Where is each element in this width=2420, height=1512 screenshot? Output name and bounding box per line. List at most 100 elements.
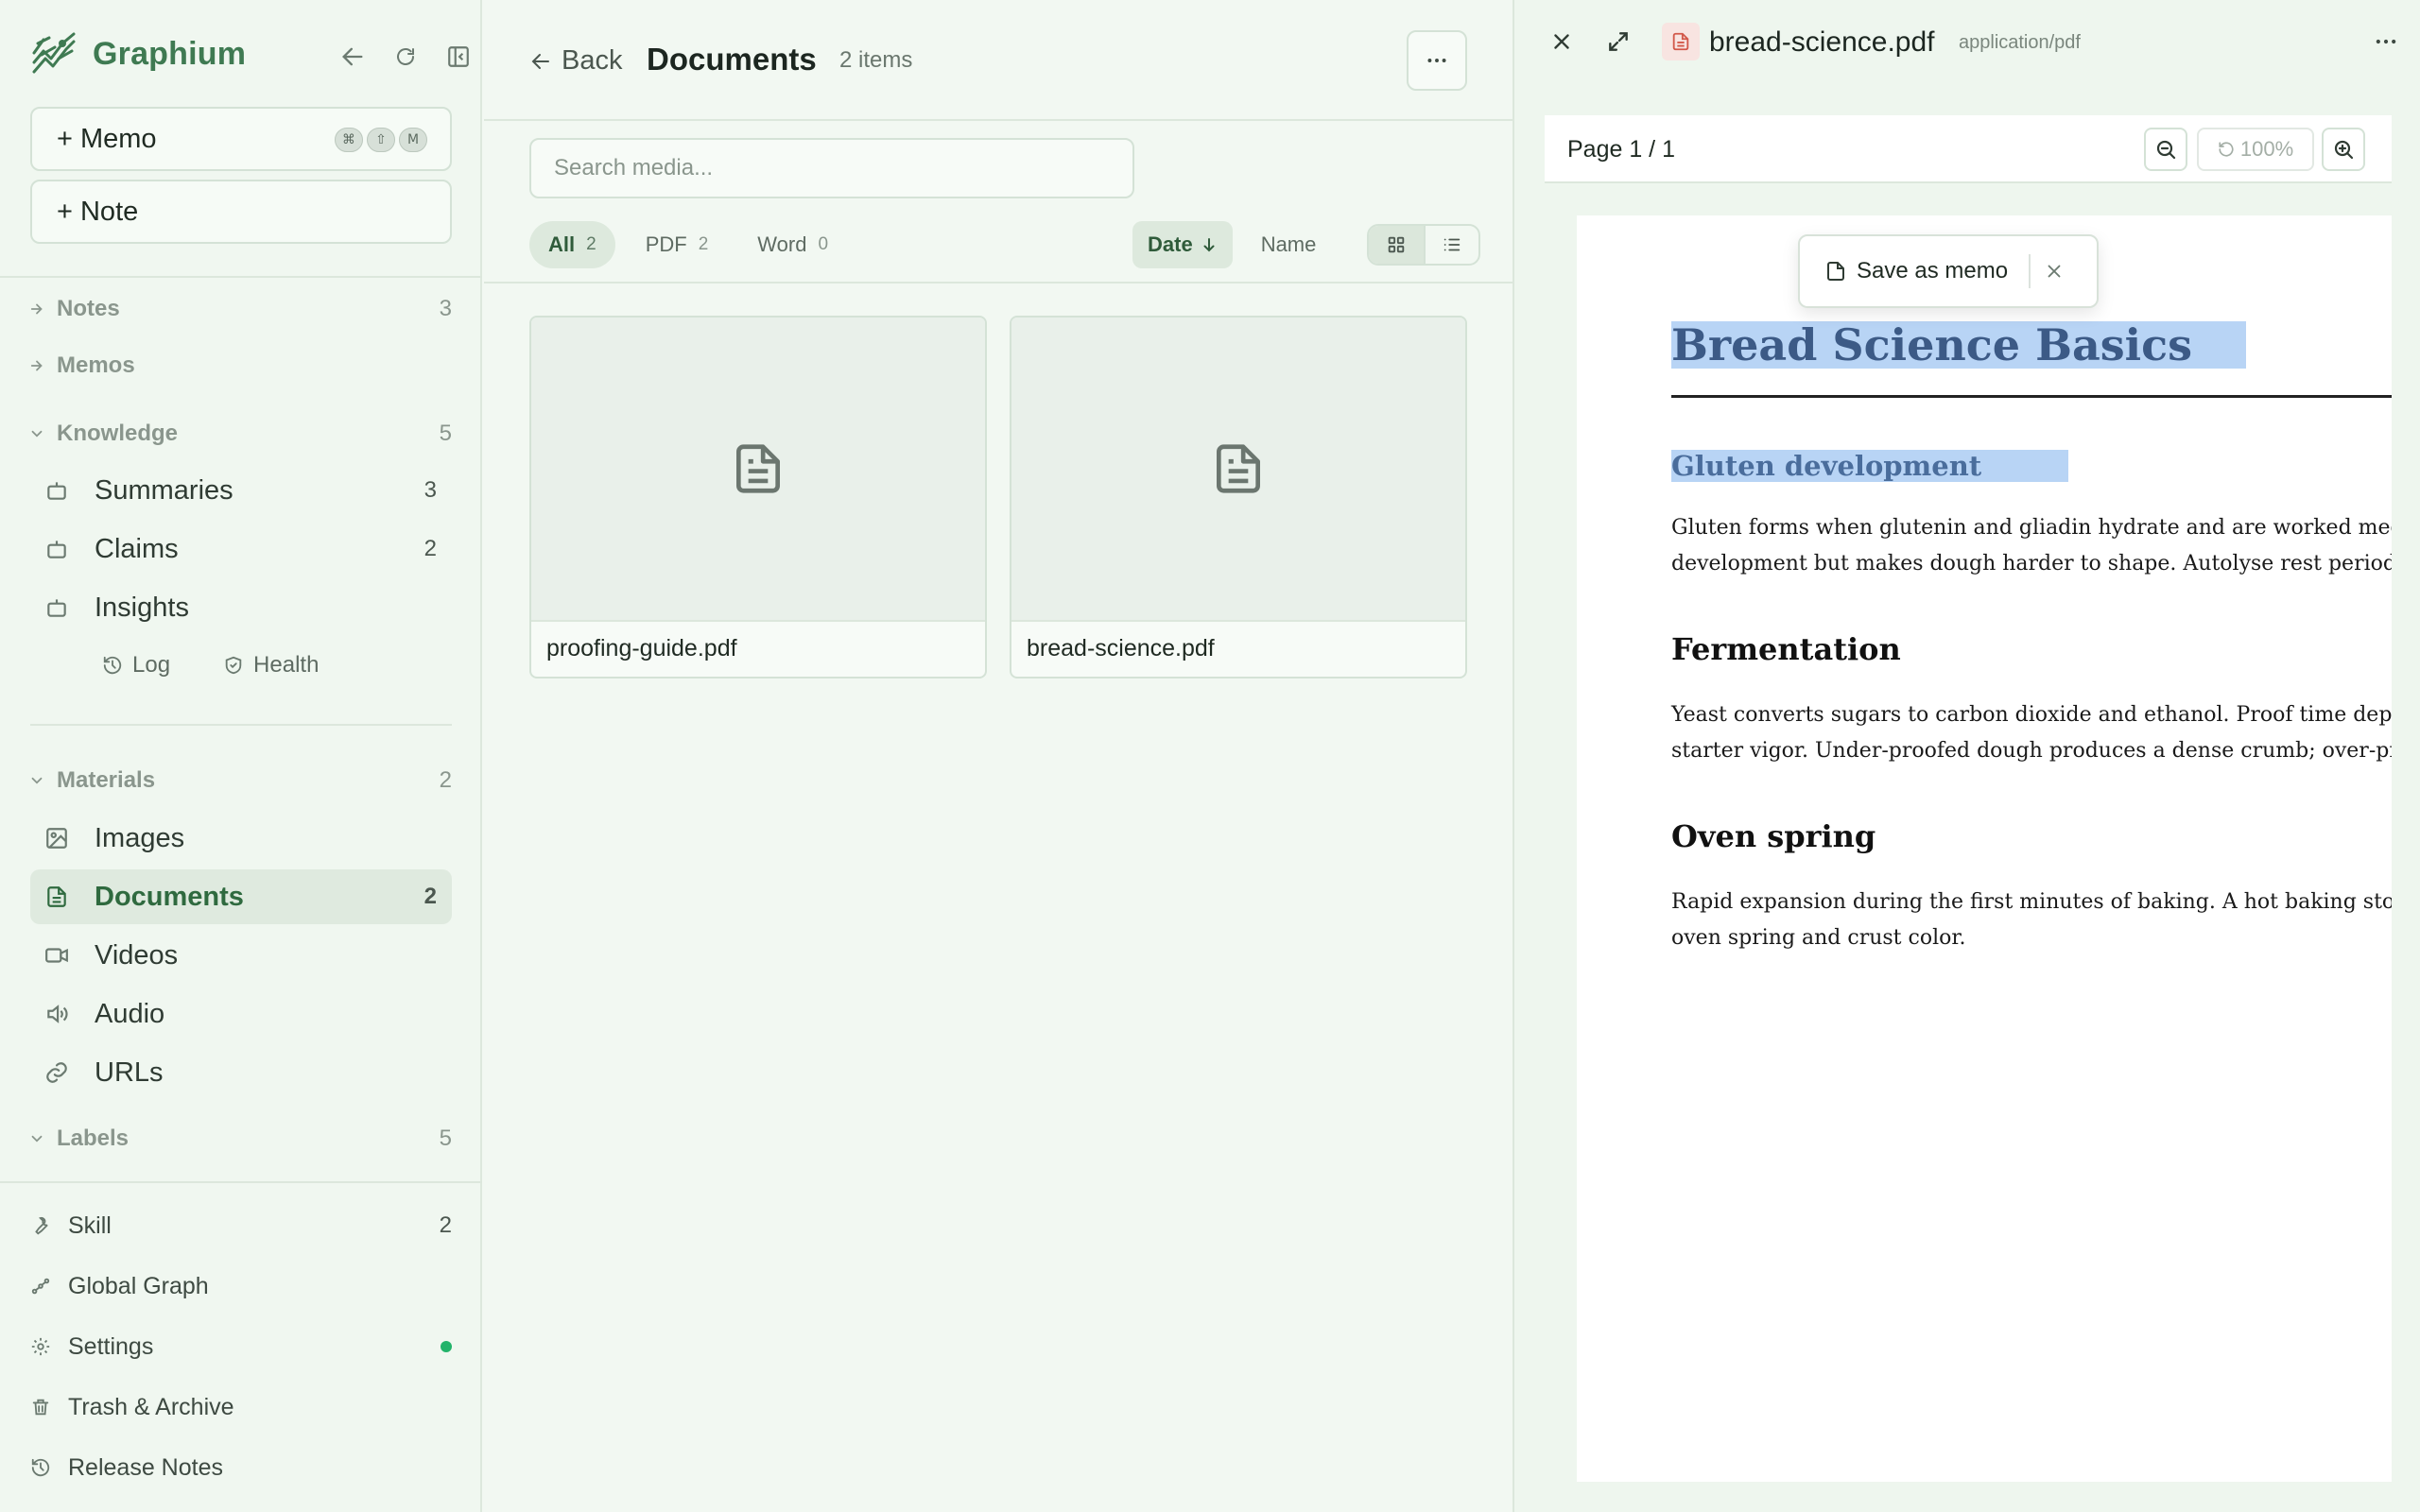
back-button[interactable]: Back <box>529 45 622 77</box>
wrench-icon <box>30 1215 57 1236</box>
zoom-in-icon <box>2332 138 2355 161</box>
section-notes[interactable]: Notes 3 <box>28 290 452 328</box>
divider <box>30 724 452 726</box>
footer-skill[interactable]: Skill 2 <box>30 1201 452 1250</box>
graphium-logo-icon <box>30 30 78 77</box>
pdf-toolbar: Page 1 / 1 100% <box>1545 115 2392 183</box>
file-text-icon <box>1209 439 1268 498</box>
footer-trash-archive[interactable]: Trash & Archive <box>30 1383 452 1432</box>
footer-skill-label: Skill <box>68 1211 112 1239</box>
list-view-button[interactable] <box>1424 226 1478 264</box>
brand[interactable]: Graphium <box>30 30 246 77</box>
save-as-memo-label: Save as memo <box>1857 258 2009 284</box>
list-icon <box>1442 234 1462 255</box>
filter-pdf[interactable]: PDF 2 <box>627 221 728 268</box>
zoom-level: 100% <box>2239 137 2294 161</box>
footer-skill-count: 2 <box>439 1212 452 1238</box>
documents-header: Back Documents 2 items <box>484 0 1512 121</box>
chevron-down-icon <box>28 425 49 442</box>
doc-paragraph-line: Rapid expansion during the first minutes… <box>1671 890 2392 914</box>
section-knowledge[interactable]: Knowledge 5 <box>28 415 452 453</box>
document-card[interactable]: proofing-guide.pdf <box>529 316 987 679</box>
expand-icon[interactable] <box>1601 25 1635 59</box>
brand-actions <box>336 40 475 74</box>
selection-popover: Save as memo <box>1798 234 2099 308</box>
footer-release-notes[interactable]: Release Notes <box>30 1443 452 1492</box>
new-memo-button[interactable]: + Memo ⌘ ⇧ M <box>30 107 452 171</box>
sidebar-item-label: Summaries <box>95 474 233 506</box>
zoom-reset-button[interactable]: 100% <box>2197 128 2314 171</box>
close-icon[interactable] <box>1545 25 1579 59</box>
save-as-memo-button[interactable]: Save as memo <box>1824 258 2008 284</box>
doc-paragraph-line: development but makes dough harder to sh… <box>1671 552 2392 576</box>
zoom-out-icon <box>2154 138 2177 161</box>
sidebar-item-documents[interactable]: Documents 2 <box>30 869 452 924</box>
shortcut-key: M <box>399 128 427 152</box>
health-button[interactable]: Health <box>223 652 319 679</box>
sidebar-item-urls[interactable]: URLs <box>30 1045 452 1100</box>
footer-global-graph-label: Global Graph <box>68 1272 209 1299</box>
status-dot <box>441 1341 452 1352</box>
more-horizontal-icon[interactable] <box>2369 25 2403 59</box>
footer-settings[interactable]: Settings <box>30 1322 452 1371</box>
item-count: 2 items <box>839 47 913 73</box>
sort-date-button[interactable]: Date <box>1132 221 1233 268</box>
section-notes-count: 3 <box>439 296 452 321</box>
documents-panel: Back Documents 2 items All 2 PDF 2 Word … <box>484 0 1512 1512</box>
shortcut-key: ⌘ <box>335 128 363 152</box>
grid-view-button[interactable] <box>1369 226 1425 264</box>
filter-all[interactable]: All 2 <box>529 221 615 268</box>
card-filename: bread-science.pdf <box>1027 635 1215 662</box>
brand-name: Graphium <box>93 35 247 72</box>
grid-icon <box>1386 234 1407 255</box>
sidebar-item-images[interactable]: Images <box>30 811 452 866</box>
trash-icon <box>30 1397 57 1418</box>
sidebar-item-label: Claims <box>95 533 179 564</box>
bot-icon <box>43 594 70 621</box>
file-icon <box>1824 260 1847 283</box>
section-materials-count: 2 <box>439 767 452 793</box>
viewer-mime-type: application/pdf <box>1959 32 2081 53</box>
more-options-button[interactable] <box>1407 30 1467 91</box>
log-button[interactable]: Log <box>102 652 170 679</box>
refresh-icon[interactable] <box>389 40 423 74</box>
knowledge-sub-actions: Log Health <box>102 652 319 679</box>
sidebar-item-label: Insights <box>95 592 189 623</box>
footer-global-graph[interactable]: Global Graph <box>30 1262 452 1311</box>
filter-label: All <box>548 232 576 256</box>
section-knowledge-count: 5 <box>439 421 452 446</box>
doc-heading-gluten: Gluten development <box>1671 450 2068 482</box>
arrow-down-icon <box>1201 236 1218 253</box>
link-icon <box>43 1059 70 1086</box>
sidebar-item-summaries[interactable]: Summaries 3 <box>30 463 452 518</box>
section-labels[interactable]: Labels 5 <box>28 1120 452 1158</box>
history-icon <box>30 1457 57 1478</box>
filter-label: Word <box>757 232 807 256</box>
section-materials[interactable]: Materials 2 <box>28 762 452 799</box>
bot-icon <box>43 536 70 562</box>
sidebar-item-videos[interactable]: Videos <box>30 928 452 983</box>
zoom-out-button[interactable] <box>2144 128 2187 171</box>
sidebar-item-audio[interactable]: Audio <box>30 987 452 1041</box>
section-labels-count: 5 <box>439 1125 452 1151</box>
new-note-button[interactable]: + Note <box>30 180 452 244</box>
sort-name-button[interactable]: Name <box>1246 221 1332 268</box>
zoom-in-button[interactable] <box>2322 128 2365 171</box>
pdf-page[interactable]: Bread Science Basics Gluten development … <box>1577 215 2392 1482</box>
card-filename: proofing-guide.pdf <box>546 635 737 662</box>
sidebar-item-insights[interactable]: Insights <box>30 580 452 635</box>
chevron-down-icon <box>28 772 49 789</box>
sidebar-item-claims[interactable]: Claims 2 <box>30 522 452 576</box>
health-label: Health <box>253 652 320 678</box>
sidebar-toggle-icon[interactable] <box>441 40 475 74</box>
search-input[interactable] <box>529 138 1134 198</box>
pdf-viewer-panel: bread-science.pdf application/pdf Page 1… <box>1512 0 2420 1512</box>
collapse-back-icon[interactable] <box>336 40 370 74</box>
document-card[interactable]: bread-science.pdf <box>1010 316 1467 679</box>
close-icon[interactable] <box>2044 261 2065 282</box>
card-thumbnail <box>531 318 985 622</box>
section-memos-label: Memos <box>57 352 135 378</box>
section-memos[interactable]: Memos <box>28 347 452 385</box>
sidebar-item-label: URLs <box>95 1057 164 1088</box>
filter-word[interactable]: Word 0 <box>738 221 847 268</box>
